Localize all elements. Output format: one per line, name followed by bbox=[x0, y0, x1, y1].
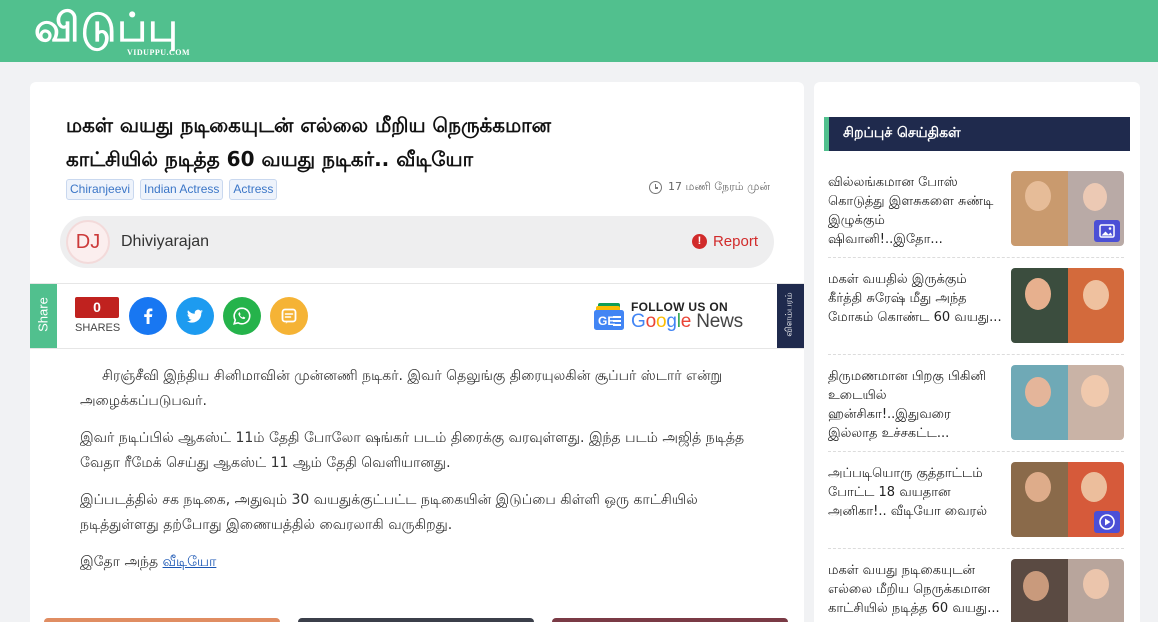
tag-list: Chiranjeevi Indian Actress Actress bbox=[66, 179, 278, 200]
tag-indian-actress[interactable]: Indian Actress bbox=[140, 179, 224, 200]
sidebar-news-item[interactable]: மகள் வயதில் இருக்கும் கீர்த்தி சுரேஷ் மீ… bbox=[828, 268, 1124, 350]
share-bar: Share 0 SHARES GE FOLLOW US ON Google Ne… bbox=[30, 283, 804, 349]
site-header: விடுப்பு VIDUPPU.COM bbox=[0, 0, 1158, 62]
publish-time-text: 17 மணி நேரம் முன் bbox=[668, 180, 770, 193]
advertisement-label: விளம்பரம் bbox=[784, 292, 795, 337]
sidebar-news-thumbnail[interactable] bbox=[1011, 268, 1124, 343]
site-logo-subtitle: VIDUPPU.COM bbox=[127, 48, 191, 57]
tag-chiranjeevi[interactable]: Chiranjeevi bbox=[66, 179, 135, 200]
gallery-icon bbox=[1094, 220, 1120, 242]
article-paragraph: இப்படத்தில் சக நடிகை, அதுவும் 30 வயதுக்க… bbox=[80, 492, 698, 533]
sidebar-news-title[interactable]: வில்லங்கமான போஸ் கொடுத்து இளசுகளை சுண்டி… bbox=[828, 173, 1003, 249]
sidebar-news-thumbnail[interactable] bbox=[1011, 365, 1124, 440]
article-body: சிரஞ்சீவி இந்திய சினிமாவின் முன்னணி நடிக… bbox=[80, 364, 750, 587]
share-count-label: SHARES bbox=[75, 322, 121, 334]
facebook-icon bbox=[144, 308, 153, 324]
related-thumbnail[interactable] bbox=[298, 618, 534, 622]
google-news-follow-button[interactable]: GE FOLLOW US ON Google News bbox=[592, 300, 752, 334]
video-link[interactable]: வீடியோ bbox=[163, 554, 217, 570]
sidebar-news-item[interactable]: அப்படியொரு குத்தாட்டம் போட்ட 18 வயதான அன… bbox=[828, 462, 1124, 544]
related-thumbnail[interactable] bbox=[44, 618, 280, 622]
article-paragraph-last: இதோ அந்த வீடியோ bbox=[80, 550, 750, 575]
sidebar-news-thumbnail[interactable] bbox=[1011, 171, 1124, 246]
article-card: மகள் வயது நடிகையுடன் எல்லை மீறிய நெருக்க… bbox=[30, 82, 804, 622]
twitter-share-button[interactable] bbox=[176, 297, 214, 335]
author-name[interactable]: Dhiviyarajan bbox=[121, 233, 209, 251]
divider bbox=[828, 354, 1124, 355]
whatsapp-icon bbox=[233, 307, 251, 325]
article-paragraph: இவர் நடிப்பில் ஆகஸ்ட் 11ம் தேதி போலோ ஷங்… bbox=[80, 430, 745, 471]
article-title-line-2: காட்சியில் நடித்த 60 வயது நடிகர்.. வீடிய… bbox=[66, 147, 474, 171]
share-count: 0 bbox=[75, 297, 119, 318]
google-news-icon: GE bbox=[594, 303, 624, 330]
divider bbox=[828, 257, 1124, 258]
svg-text:GE: GE bbox=[598, 314, 615, 328]
article-title-line-1: மகள் வயது நடிகையுடன் எல்லை மீறிய நெருக்க… bbox=[66, 113, 552, 137]
report-button[interactable]: ! Report bbox=[691, 233, 758, 250]
author-bar: DJ Dhiviyarajan ! Report bbox=[60, 216, 774, 268]
divider bbox=[828, 548, 1124, 549]
sidebar-news-item[interactable]: வில்லங்கமான போஸ் கொடுத்து இளசுகளை சுண்டி… bbox=[828, 171, 1124, 253]
facebook-share-button[interactable] bbox=[129, 297, 167, 335]
clock-icon bbox=[649, 181, 663, 194]
site-logo[interactable]: விடுப்பு bbox=[34, 4, 179, 52]
share-tab-label: Share bbox=[35, 297, 51, 332]
related-thumbnail[interactable] bbox=[552, 618, 788, 622]
sharechat-share-button[interactable] bbox=[270, 297, 308, 335]
video-link-prefix: இதோ அந்த bbox=[80, 554, 163, 570]
sidebar-heading: சிறப்புச் செய்திகள் bbox=[824, 117, 1130, 151]
sidebar: சிறப்புச் செய்திகள் வில்லங்கமான போஸ் கொட… bbox=[814, 82, 1140, 622]
sidebar-news-title[interactable]: மகள் வயதில் இருக்கும் கீர்த்தி சுரேஷ் மீ… bbox=[828, 270, 1003, 327]
advertisement-tab: விளம்பரம் bbox=[777, 284, 804, 348]
sharechat-icon bbox=[281, 308, 297, 324]
share-tab: Share bbox=[30, 284, 57, 348]
whatsapp-share-button[interactable] bbox=[223, 297, 261, 335]
sidebar-news-item[interactable]: மகள் வயது நடிகையுடன் எல்லை மீறிய நெருக்க… bbox=[828, 559, 1124, 622]
sidebar-news-item[interactable]: திருமணமான பிறகு பிகினி உடையில் ஹன்சிகா!.… bbox=[828, 365, 1124, 447]
google-news-name: Google News bbox=[631, 311, 743, 332]
twitter-icon bbox=[187, 309, 203, 323]
article-title: மகள் வயது நடிகையுடன் எல்லை மீறிய நெருக்க… bbox=[66, 108, 686, 176]
tag-actress[interactable]: Actress bbox=[229, 179, 278, 200]
sidebar-news-title[interactable]: மகள் வயது நடிகையுடன் எல்லை மீறிய நெருக்க… bbox=[828, 561, 1003, 618]
sidebar-heading-text: சிறப்புச் செய்திகள் bbox=[843, 125, 961, 141]
play-icon bbox=[1094, 511, 1120, 533]
divider bbox=[828, 451, 1124, 452]
publish-time: 17 மணி நேரம் முன் bbox=[649, 180, 770, 195]
sidebar-news-title[interactable]: திருமணமான பிறகு பிகினி உடையில் ஹன்சிகா!.… bbox=[828, 367, 1003, 443]
sidebar-news-thumbnail[interactable] bbox=[1011, 462, 1124, 537]
report-label: Report bbox=[712, 233, 758, 250]
author-avatar[interactable]: DJ bbox=[66, 220, 110, 264]
article-paragraph: சிரஞ்சீவி இந்திய சினிமாவின் முன்னணி நடிக… bbox=[80, 368, 723, 409]
sidebar-news-thumbnail[interactable] bbox=[1011, 559, 1124, 622]
alert-icon: ! bbox=[691, 234, 707, 249]
sidebar-news-title[interactable]: அப்படியொரு குத்தாட்டம் போட்ட 18 வயதான அன… bbox=[828, 464, 1003, 521]
